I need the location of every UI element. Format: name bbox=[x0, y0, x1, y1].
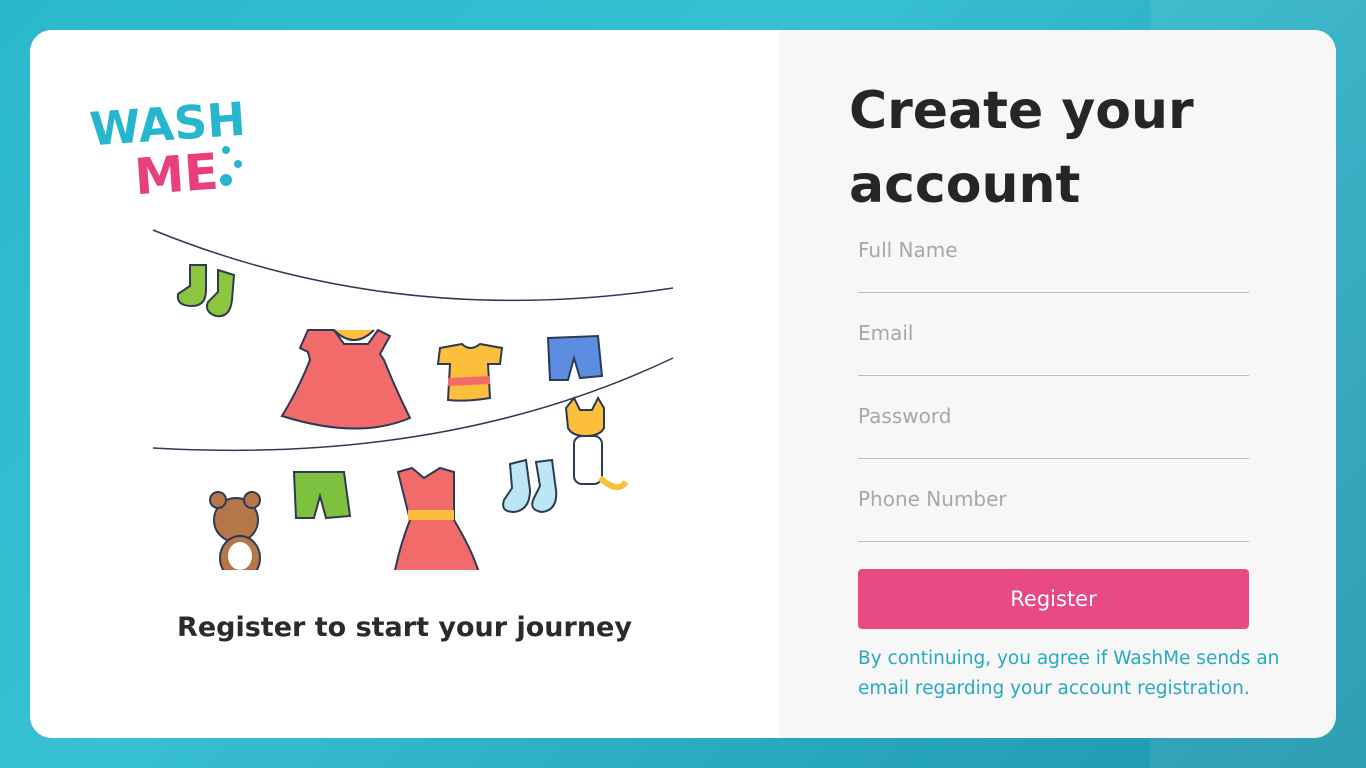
green-shorts-icon bbox=[292, 471, 352, 520]
green-socks-icon bbox=[176, 264, 236, 318]
phone-field bbox=[858, 481, 1249, 542]
pink-dress-icon bbox=[280, 328, 412, 430]
teddy-bear-icon bbox=[209, 491, 261, 570]
cat-icon bbox=[564, 395, 629, 491]
page-title: Create your account bbox=[849, 81, 1194, 215]
full-name-field bbox=[858, 232, 1249, 293]
email-field bbox=[858, 315, 1249, 376]
blue-socks-icon bbox=[502, 458, 558, 514]
bubble-icon bbox=[222, 146, 230, 154]
password-input[interactable] bbox=[858, 404, 1249, 428]
logo-text-me: ME bbox=[133, 143, 221, 200]
tagline: Register to start your journey bbox=[177, 612, 632, 643]
washme-logo: WASH ME bbox=[88, 92, 247, 200]
phone-number-input[interactable] bbox=[858, 487, 1249, 511]
form-panel: Create your account Register By continui… bbox=[779, 30, 1336, 738]
bubble-icon bbox=[220, 174, 232, 186]
full-name-input[interactable] bbox=[858, 238, 1249, 262]
password-field bbox=[858, 398, 1249, 459]
email-input[interactable] bbox=[858, 321, 1249, 345]
clothesline-illustration bbox=[152, 229, 674, 570]
consent-note: By continuing, you agree if WashMe sends… bbox=[858, 648, 1280, 699]
bubble-icon bbox=[234, 160, 242, 168]
yellow-tshirt-icon bbox=[436, 342, 504, 402]
blue-shorts-icon bbox=[546, 334, 604, 381]
register-card: WASH ME Register to start your journey C… bbox=[30, 30, 1336, 738]
register-button[interactable]: Register bbox=[858, 569, 1249, 629]
red-dress-icon bbox=[394, 466, 480, 570]
illustration-panel: WASH ME Register to start your journey bbox=[30, 30, 779, 738]
